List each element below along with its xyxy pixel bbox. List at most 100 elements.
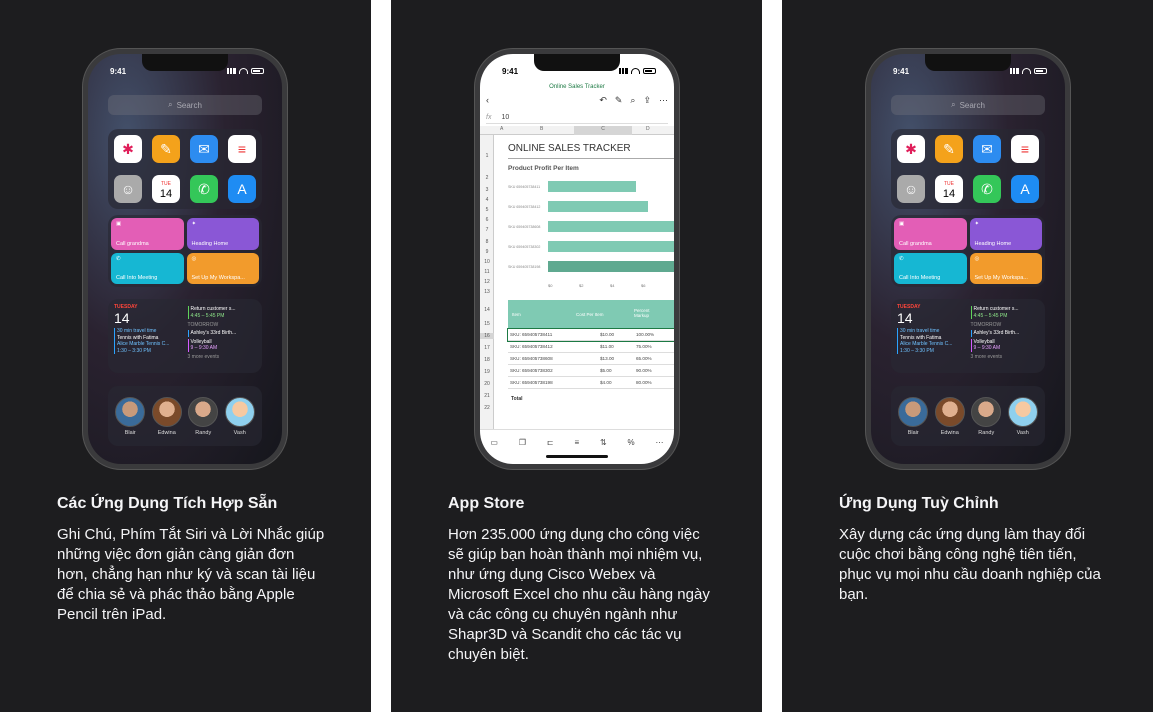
pages-icon[interactable]: ✎ [152, 135, 180, 163]
battery-icon [251, 68, 264, 74]
mail-icon[interactable]: ✉ [973, 135, 1001, 163]
row-number: 4 [485, 197, 489, 203]
app-store-icon[interactable]: A [1011, 175, 1039, 203]
status-icons [226, 68, 264, 74]
app-store-icon[interactable]: A [228, 175, 256, 203]
contact-vash[interactable]: Vash [224, 396, 255, 436]
format-icon[interactable]: % [628, 438, 635, 464]
spreadsheet-grid[interactable]: ONLINE SALES TRACKER Product Profit Per … [494, 135, 674, 429]
shortcut-call-meeting[interactable]: ✆ Call Into Meeting [894, 252, 967, 284]
slack-icon[interactable]: ✱ [897, 135, 925, 163]
contacts-icon[interactable]: ☺ [897, 175, 925, 203]
sku-label: SKU 659405738608 [508, 225, 540, 229]
avatar [115, 396, 146, 427]
iphone-excel: 9:41 Online Sales Tracker ‹ ↶ ✎ ⌕ ⇪ ⋯ fx… [475, 49, 679, 469]
search-icon: ⌕ [951, 100, 956, 109]
reminders-icon[interactable]: ≡ [1011, 135, 1039, 163]
reminders-icon[interactable]: ≡ [228, 135, 256, 163]
more-icon[interactable]: ⋯ [659, 95, 668, 106]
table-cell: SKU: 659405738608 [510, 356, 553, 361]
sku-label: SKU 659405738412 [508, 205, 540, 209]
shortcut-call-grandma[interactable]: ▣ Call grandma [894, 218, 967, 250]
back-icon[interactable]: ‹ [486, 95, 489, 105]
contact-edwina[interactable]: Edwina [151, 396, 182, 436]
sales-table: SKU: 659405738411 $10.00 100.00% SKU: 65940… [507, 328, 674, 389]
row-number: 13 [484, 289, 490, 295]
row-number: 1 [485, 153, 489, 159]
table-cell: $10.00 [600, 332, 615, 337]
status-icons [1009, 68, 1047, 74]
calendar-icon[interactable]: TUE 14 [935, 175, 963, 203]
signal-icon [618, 68, 628, 74]
chart-title: Product Profit Per Item [508, 165, 579, 172]
shortcut-call-grandma[interactable]: ▣ Call grandma [111, 218, 184, 250]
iphone-home-screen: 9:41 ⌕ Search ✱ ✎ ✉ ≡ ☺ TUE 14 ✆ A ▣ Call g… [83, 49, 287, 469]
table-row[interactable]: SKU: 659405738411 $10.00 100.00% [507, 328, 674, 342]
shortcut-call-meeting[interactable]: ✆ Call Into Meeting [111, 252, 184, 284]
row-number: 10 [484, 259, 490, 265]
fill-icon[interactable]: ⊏ [547, 438, 554, 464]
shortcut-workspace[interactable]: ◎ Set Up My Workspa... [186, 252, 259, 284]
calendar-icon[interactable]: TUE 14 [152, 175, 180, 203]
sheet-icon[interactable]: ▭ [490, 438, 498, 464]
total-label: Total [511, 396, 523, 402]
table-row[interactable]: SKU: 659405738302 $5.00 90.00% [508, 365, 674, 377]
formula-bar[interactable]: fx 10 [486, 112, 668, 124]
contact-blair[interactable]: Blair [898, 396, 929, 436]
shortcut-heading-home[interactable]: ✦ Heading Home [186, 218, 259, 250]
phone-icon[interactable]: ✆ [190, 175, 218, 203]
contacts-widget: Blair Edwina Randy Vash [108, 386, 262, 446]
table-row[interactable]: SKU: 659405738608 $13.00 65.00% [508, 353, 674, 365]
contact-blair[interactable]: Blair [115, 396, 146, 436]
share-icon[interactable]: ⇪ [643, 95, 651, 106]
table-cell: 90.00% [636, 368, 652, 373]
contacts-icon[interactable]: ☺ [114, 175, 142, 203]
search-bar[interactable]: ⌕ Search [108, 95, 262, 115]
contact-randy[interactable]: Randy [188, 396, 219, 436]
battery-icon [643, 68, 656, 74]
sort-icon[interactable]: ⇅ [600, 438, 607, 464]
phone-icon[interactable]: ✆ [973, 175, 1001, 203]
pages-icon[interactable]: ✎ [935, 135, 963, 163]
shortcut-workspace[interactable]: ◎ Set Up My Workspa... [969, 252, 1042, 284]
table-row[interactable]: SKU: 659405738198 $4.00 80.00% [508, 377, 674, 389]
sku-label: SKU 659405738411 [508, 185, 540, 189]
row-number: 6 [485, 217, 489, 223]
row-number: 15 [484, 321, 490, 327]
slack-icon[interactable]: ✱ [114, 135, 142, 163]
sku-label: SKU 659405738302 [508, 245, 540, 249]
search-bar[interactable]: ⌕ Search [891, 95, 1045, 115]
table-row[interactable]: SKU: 659405738412 $11.00 75.00% [508, 341, 674, 353]
shortcut-heading-home[interactable]: ✦ Heading Home [969, 218, 1042, 250]
contact-randy[interactable]: Randy [971, 396, 1002, 436]
card-description: Xây dựng các ứng dụng làm thay đổi cuộc … [839, 526, 1101, 603]
sparkle-icon: ✦ [974, 221, 980, 227]
contact-edwina[interactable]: Edwina [934, 396, 965, 436]
battery-icon [1034, 68, 1047, 74]
calendar-widget[interactable]: TUESDAY 14 30 min travel time Tennis wit… [108, 299, 262, 373]
status-icons [618, 68, 656, 74]
copy-icon[interactable]: ❐ [519, 438, 526, 464]
calendar-widget[interactable]: TUESDAY 14 30 min travel time Tennis wit… [891, 299, 1045, 373]
mail-icon[interactable]: ✉ [190, 135, 218, 163]
document-title: Online Sales Tracker [549, 84, 605, 90]
fx-icon: fx [486, 114, 492, 121]
axis-tick: $4 [610, 283, 615, 288]
signal-icon [1009, 68, 1019, 74]
search-icon[interactable]: ⌕ [630, 95, 635, 106]
more-icon[interactable]: ⋯ [656, 438, 664, 464]
table-cell: $11.00 [600, 344, 614, 349]
notch [925, 54, 1011, 71]
profit-bar [548, 221, 674, 232]
filter-icon[interactable]: ≡ [574, 438, 579, 464]
profit-bar [548, 241, 674, 252]
pen-icon[interactable]: ✎ [615, 95, 623, 106]
home-indicator [546, 455, 608, 458]
undo-icon[interactable]: ↶ [599, 95, 607, 106]
table-cell: SKU: 659405738198 [510, 380, 553, 385]
profit-bar [548, 201, 648, 212]
table-cell: 80.00% [636, 380, 652, 385]
status-time: 9:41 [110, 67, 127, 76]
row-number: 19 [484, 369, 490, 375]
contact-vash[interactable]: Vash [1007, 396, 1038, 436]
